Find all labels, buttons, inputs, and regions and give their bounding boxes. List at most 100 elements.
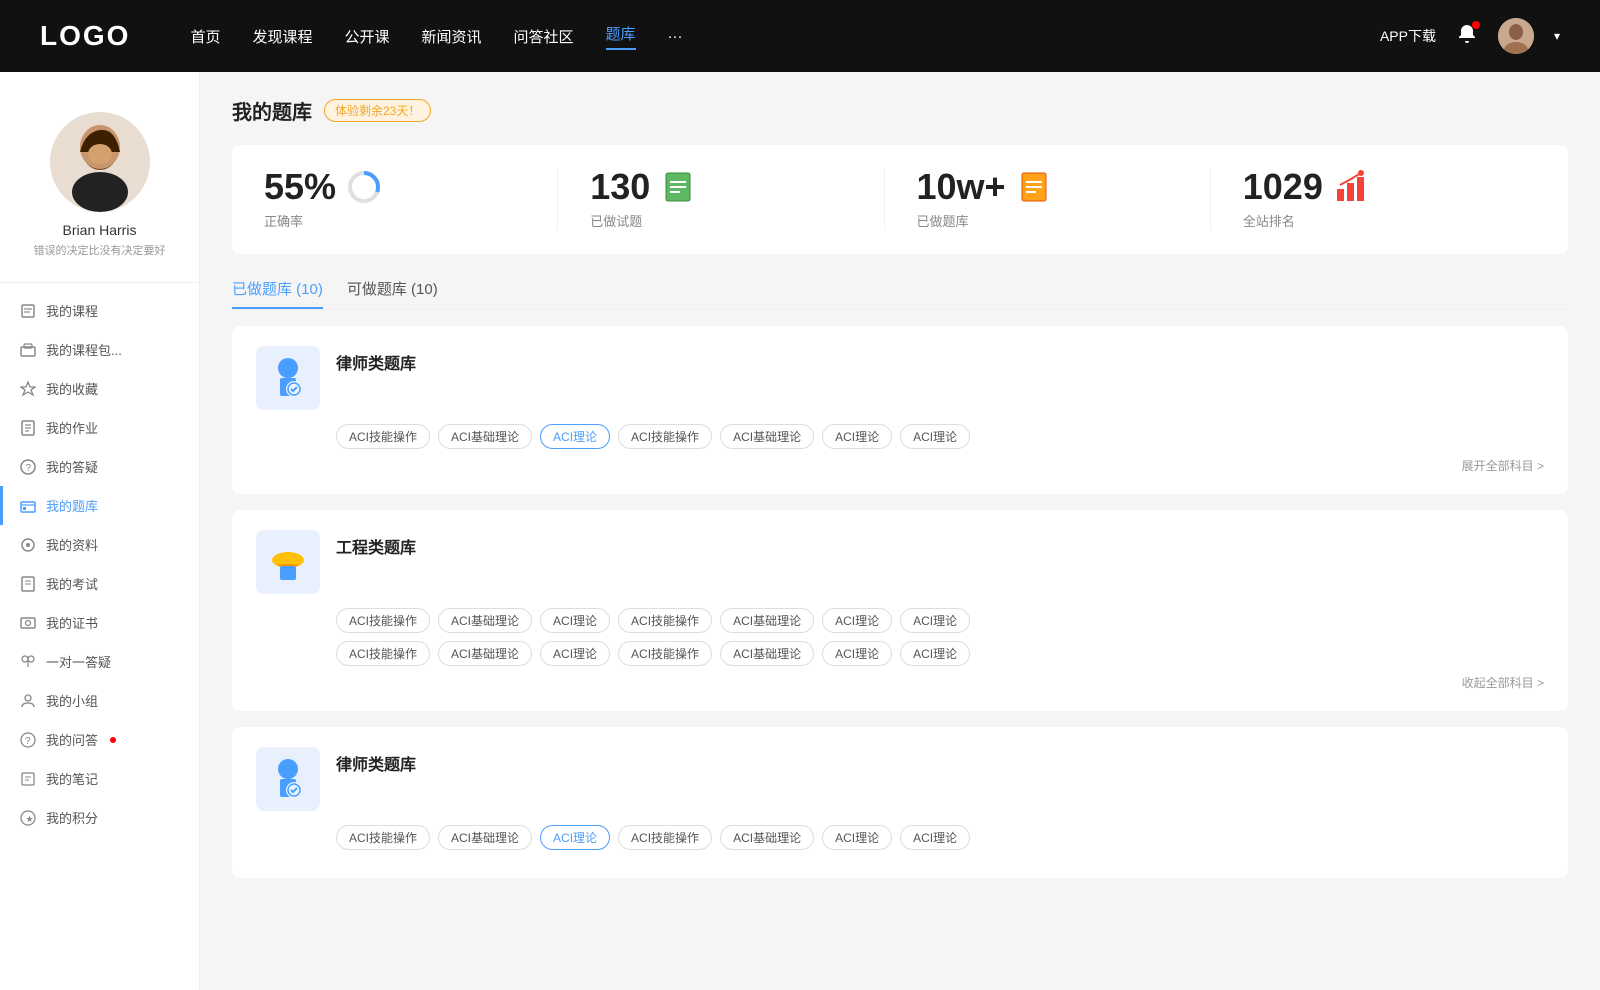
tag[interactable]: ACI理论 [822, 825, 892, 850]
tag[interactable]: ACI理论 [900, 424, 970, 449]
tag[interactable]: ACI理论 [822, 424, 892, 449]
page-layout: Brian Harris 错误的决定比没有决定要好 我的课程 我的课程包... [0, 72, 1600, 990]
tag[interactable]: ACI技能操作 [618, 608, 712, 633]
tag[interactable]: ACI理论 [900, 641, 970, 666]
sidebar-item-homework[interactable]: 我的作业 [0, 408, 199, 447]
sidebar-item-cert[interactable]: 我的证书 [0, 603, 199, 642]
sidebar-item-exam[interactable]: 我的考试 [0, 564, 199, 603]
tag[interactable]: ACI基础理论 [720, 825, 814, 850]
course-icon [20, 303, 36, 319]
tag[interactable]: ACI理论 [540, 608, 610, 633]
chart-red-icon [1333, 169, 1369, 205]
stat-top: 10w+ [917, 169, 1052, 205]
cert-icon [20, 615, 36, 631]
nav-discover[interactable]: 发现课程 [252, 26, 312, 47]
qbank-header: 工程类题库 [256, 530, 1544, 594]
lawyer-bank-icon-2 [256, 747, 320, 811]
navbar-right: APP下载 ▾ [1380, 18, 1560, 54]
nav-qa[interactable]: 问答社区 [514, 26, 574, 47]
profile-avatar-image [50, 112, 150, 212]
star-icon [20, 381, 36, 397]
tag[interactable]: ACI基础理论 [438, 641, 532, 666]
qbank-title-3: 律师类题库 [336, 747, 416, 775]
tag[interactable]: ACI技能操作 [618, 825, 712, 850]
sidebar-item-material[interactable]: 我的资料 [0, 525, 199, 564]
logo[interactable]: LOGO [40, 20, 130, 52]
stat-top: 130 [590, 169, 696, 205]
sidebar-item-question-bank[interactable]: 我的题库 [0, 486, 199, 525]
sidebar-item-question-answer[interactable]: ? 我的问答 [0, 720, 199, 759]
tag[interactable]: ACI基础理论 [720, 641, 814, 666]
sidebar-item-package[interactable]: 我的课程包... [0, 330, 199, 369]
nav-home[interactable]: 首页 [190, 26, 220, 47]
stat-done-questions: 130 已做试题 [558, 169, 884, 230]
tag[interactable]: ACI技能操作 [618, 424, 712, 449]
expand-link-1[interactable]: 展开全部科目 > [256, 457, 1544, 474]
stat-accuracy-value: 55% [264, 169, 336, 205]
homework-icon [20, 420, 36, 436]
tag-active[interactable]: ACI理论 [540, 424, 610, 449]
nav-more[interactable]: ··· [668, 28, 683, 45]
nav-menu: 首页 发现课程 公开课 新闻资讯 问答社区 题库 ··· [190, 23, 1380, 50]
notification-bell[interactable] [1456, 23, 1478, 50]
tag[interactable]: ACI基础理论 [438, 608, 532, 633]
tag[interactable]: ACI理论 [900, 608, 970, 633]
tag-active[interactable]: ACI理论 [540, 825, 610, 850]
sidebar-divider [0, 282, 199, 283]
one2one-icon [20, 654, 36, 670]
profile-avatar [50, 112, 150, 212]
nav-open-course[interactable]: 公开课 [344, 26, 389, 47]
tag[interactable]: ACI基础理论 [438, 825, 532, 850]
nav-news[interactable]: 新闻资讯 [422, 26, 482, 47]
tag[interactable]: ACI技能操作 [336, 424, 430, 449]
sidebar-item-my-qa[interactable]: ? 我的答疑 [0, 447, 199, 486]
tag[interactable]: ACI理论 [822, 641, 892, 666]
tag[interactable]: ACI基础理论 [438, 424, 532, 449]
navbar: LOGO 首页 发现课程 公开课 新闻资讯 问答社区 题库 ··· APP下载 … [0, 0, 1600, 72]
stat-done-banks-label: 已做题库 [917, 211, 969, 230]
profile-name: Brian Harris [63, 222, 137, 238]
sidebar-item-favorites[interactable]: 我的收藏 [0, 369, 199, 408]
stat-accuracy-label: 正确率 [264, 211, 303, 230]
stat-top: 55% [264, 169, 382, 205]
doc-yellow-icon [1016, 169, 1052, 205]
doc-green-icon [660, 169, 696, 205]
tabs-row: 已做题库 (10) 可做题库 (10) [232, 278, 1568, 310]
stat-done-banks-value: 10w+ [917, 169, 1006, 205]
tag[interactable]: ACI技能操作 [336, 825, 430, 850]
tag[interactable]: ACI理论 [822, 608, 892, 633]
tag[interactable]: ACI基础理论 [720, 608, 814, 633]
nav-question-bank[interactable]: 题库 [606, 23, 636, 50]
profile-motto: 错误的决定比没有决定要好 [18, 242, 182, 258]
svg-text:★: ★ [26, 814, 34, 824]
points-icon: ★ [20, 810, 36, 826]
tag[interactable]: ACI基础理论 [720, 424, 814, 449]
sidebar-item-points[interactable]: ★ 我的积分 [0, 798, 199, 837]
stats-card: 55% 正确率 130 [232, 145, 1568, 254]
tag[interactable]: ACI理论 [540, 641, 610, 666]
trial-badge: 体验剩余23天！ [324, 99, 431, 122]
profile-section: Brian Harris 错误的决定比没有决定要好 [0, 92, 199, 274]
tab-available-banks[interactable]: 可做题库 (10) [347, 278, 438, 309]
user-dropdown-arrow[interactable]: ▾ [1554, 29, 1560, 43]
tab-done-banks[interactable]: 已做题库 (10) [232, 278, 323, 309]
expand-link-2[interactable]: 收起全部科目 > [256, 674, 1544, 691]
bank-icon [20, 498, 36, 514]
tag[interactable]: ACI技能操作 [336, 608, 430, 633]
qbank-header: 律师类题库 [256, 747, 1544, 811]
tag[interactable]: ACI理论 [900, 825, 970, 850]
app-download-link[interactable]: APP下载 [1380, 26, 1436, 46]
tag[interactable]: ACI技能操作 [336, 641, 430, 666]
stat-rank-label: 全站排名 [1243, 211, 1295, 230]
question-circle-icon: ? [20, 459, 36, 475]
tags-row-1: ACI技能操作 ACI基础理论 ACI理论 ACI技能操作 ACI基础理论 AC… [336, 424, 1544, 449]
avatar-image [1498, 18, 1534, 54]
sidebar-item-notes[interactable]: 我的笔记 [0, 759, 199, 798]
user-avatar[interactable] [1498, 18, 1534, 54]
tag[interactable]: ACI技能操作 [618, 641, 712, 666]
sidebar-item-group[interactable]: 我的小组 [0, 681, 199, 720]
sidebar-item-one2one[interactable]: 一对一答疑 [0, 642, 199, 681]
sidebar: Brian Harris 错误的决定比没有决定要好 我的课程 我的课程包... [0, 72, 200, 990]
qa-red-dot [110, 737, 116, 743]
sidebar-item-course[interactable]: 我的课程 [0, 291, 199, 330]
